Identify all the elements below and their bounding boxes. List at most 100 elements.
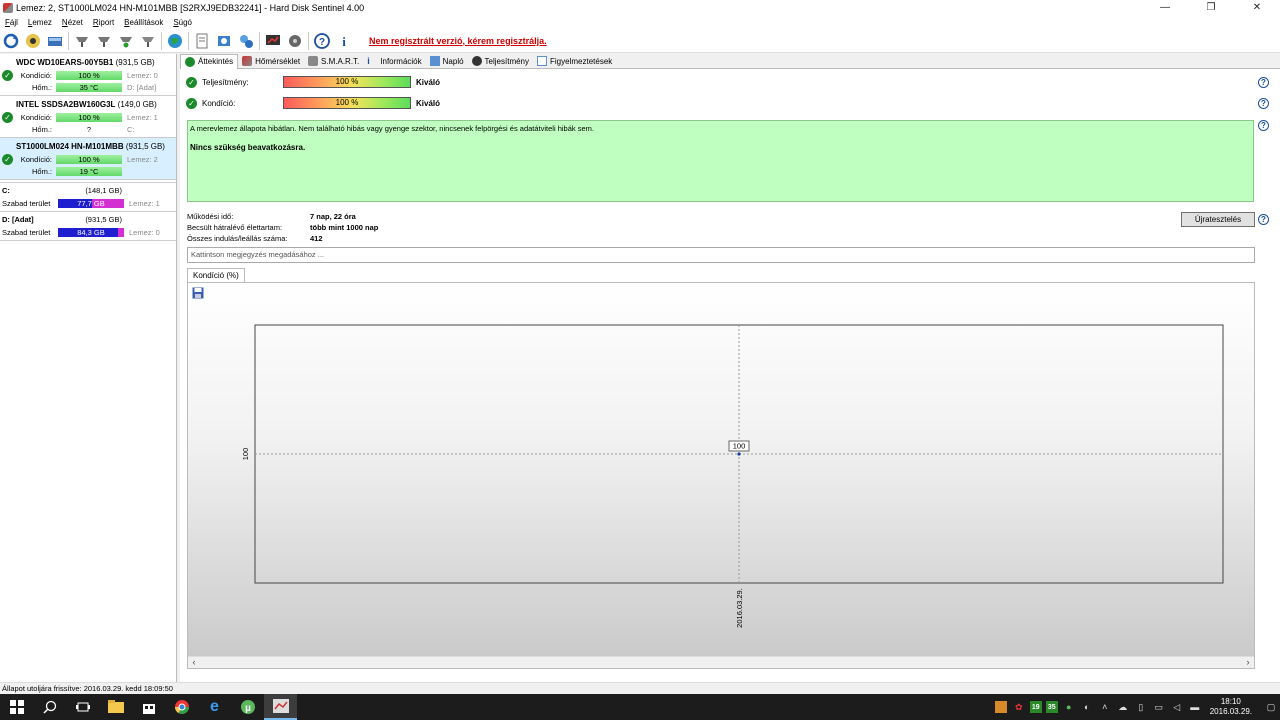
sync-icon[interactable] xyxy=(215,32,233,50)
menu-settings[interactable]: Beállítások xyxy=(119,18,168,27)
help-icon[interactable]: ? xyxy=(1258,120,1269,131)
monitor-icon[interactable] xyxy=(264,32,282,50)
help-icon[interactable]: ? xyxy=(1258,77,1269,88)
tab-alerts[interactable]: Figyelmeztetések xyxy=(533,54,616,69)
volume-name: D: [Adat] xyxy=(2,215,34,224)
menu-view[interactable]: Nézet xyxy=(57,18,88,27)
tray-usb-icon[interactable]: ▯ xyxy=(1135,701,1147,713)
hard-disk-icon[interactable] xyxy=(46,32,64,50)
search-icon[interactable] xyxy=(33,694,66,720)
disk-item-2[interactable]: ST1000LM024 HN-M101MBB (931,5 GB) ✓ Kondí… xyxy=(0,138,176,180)
disk-item-1[interactable]: INTEL SSDSA2BW160G3L (149,0 GB) ✓ Kondíci… xyxy=(0,96,176,138)
volume-disk: Lemez: 1 xyxy=(129,198,160,208)
volume-size: (148,1 GB) xyxy=(85,186,122,195)
edge-icon[interactable]: e xyxy=(198,694,231,720)
hdsentinel-taskbar-icon[interactable] xyxy=(264,694,297,720)
performance-rating: Kiváló xyxy=(416,77,441,87)
network-icon[interactable] xyxy=(237,32,255,50)
window-controls: — ❐ ✕ xyxy=(1142,0,1280,15)
tool3-icon[interactable] xyxy=(117,32,135,50)
tray-keyboard-icon[interactable]: ▬ xyxy=(1189,701,1201,713)
tray-network-icon[interactable]: ▭ xyxy=(1153,701,1165,713)
utorrent-icon[interactable]: µ xyxy=(231,694,264,720)
help-icon[interactable]: ? xyxy=(313,32,331,50)
settings-disk-icon[interactable] xyxy=(286,32,304,50)
windows-start-icon[interactable] xyxy=(0,694,33,720)
register-link[interactable]: Nem regisztrált verzió, kérem regisztrál… xyxy=(369,36,547,46)
tab-temperature[interactable]: Hőmérséklet xyxy=(238,54,304,69)
tray-cloud-icon[interactable]: ☁ xyxy=(1117,701,1129,713)
disk-item-0[interactable]: WDC WD10EARS-00Y5B1 (931,5 GB) ✓ Kondíció… xyxy=(0,54,176,96)
clock[interactable]: 18:10 2016.03.29. xyxy=(1210,697,1252,717)
condition-bar: 100 % xyxy=(56,112,122,122)
tray-app-icon[interactable]: ✿ xyxy=(1013,701,1025,713)
task-view-icon[interactable] xyxy=(66,694,99,720)
retest-button[interactable]: Újratesztelés xyxy=(1181,212,1255,227)
tab-overview[interactable]: Áttekintés xyxy=(180,53,239,69)
maximize-button[interactable]: ❐ xyxy=(1188,0,1234,15)
ok-check-icon: ✓ xyxy=(186,97,197,109)
tray-temperature-2[interactable]: 35 xyxy=(1045,701,1058,713)
tool2-icon[interactable] xyxy=(95,32,113,50)
temperature-label: Hőm.: xyxy=(31,82,52,92)
svg-text:i: i xyxy=(342,34,346,49)
close-button[interactable]: ✕ xyxy=(1234,0,1280,15)
menu-bar: Fájl Lemez Nézet Riport Beállítások Súgó xyxy=(0,15,1280,29)
free-space-value: 84,3 GB xyxy=(77,227,105,237)
tab-label: Figyelmeztetések xyxy=(550,56,613,66)
volume-item-1[interactable]: D: [Adat] (931,5 GB) Szabad terület 84,3 G… xyxy=(0,212,176,241)
tab-label: Hőmérséklet xyxy=(255,56,301,66)
volume-item-0[interactable]: C: (148,1 GB) Szabad terület 77,7 GB Lemez:… xyxy=(0,183,176,212)
y-tick-label: 100 xyxy=(241,448,250,461)
tray-shield-icon[interactable]: ◐ xyxy=(1081,701,1093,713)
help-icon[interactable]: ? xyxy=(1258,214,1269,225)
chart-tab-condition[interactable]: Kondíció (%) xyxy=(187,268,245,283)
tab-information[interactable]: i Információk xyxy=(363,54,425,69)
disk-index: Lemez: 1 xyxy=(127,112,158,122)
tray-chevron-up-icon[interactable]: ˄ xyxy=(1099,701,1111,713)
tray-hdd-icon[interactable] xyxy=(994,701,1007,713)
tool1-icon[interactable] xyxy=(73,32,91,50)
tab-label: Teljesítmény xyxy=(484,56,530,66)
menu-report[interactable]: Riport xyxy=(88,18,119,27)
ok-check-icon: ✓ xyxy=(186,76,197,88)
menu-help[interactable]: Súgó xyxy=(168,18,197,27)
info-icon[interactable]: i xyxy=(335,32,353,50)
tab-bar: Áttekintés Hőmérséklet S.M.A.R.T. i Infor… xyxy=(180,53,1280,69)
status-action: Nincs szükség beavatkozásra. xyxy=(190,143,306,152)
thermometer-icon xyxy=(242,56,253,66)
horizontal-scrollbar[interactable]: ‹ › xyxy=(188,656,1254,668)
chrome-icon[interactable] xyxy=(165,694,198,720)
menu-disk[interactable]: Lemez xyxy=(23,18,57,27)
tool4-icon[interactable] xyxy=(139,32,157,50)
condition-chart: 100 100 2016.03.29. xyxy=(241,324,1224,628)
help-icon[interactable]: ? xyxy=(1258,98,1269,109)
menu-file[interactable]: Fájl xyxy=(0,18,23,27)
file-explorer-icon[interactable] xyxy=(99,694,132,720)
globe-icon[interactable] xyxy=(166,32,184,50)
store-icon[interactable] xyxy=(132,694,165,720)
tab-log[interactable]: Napló xyxy=(426,54,468,69)
tab-performance[interactable]: Teljesítmény xyxy=(468,54,533,69)
scroll-left-icon[interactable]: ‹ xyxy=(188,657,200,668)
tray-sync-icon[interactable]: ● xyxy=(1063,701,1075,713)
scroll-right-icon[interactable]: › xyxy=(1242,657,1254,668)
report-icon[interactable] xyxy=(193,32,211,50)
note-input[interactable]: Kattintson megjegyzés megadásához ... xyxy=(187,247,1255,263)
refresh-icon[interactable] xyxy=(2,32,20,50)
free-space-value: 77,7 GB xyxy=(77,198,105,208)
minimize-button[interactable]: — xyxy=(1142,0,1188,15)
toolbar: ? i Nem regisztrált verzió, kérem regisz… xyxy=(0,29,1280,53)
condition-label: Kondíció: xyxy=(20,154,52,164)
disk-warning-icon[interactable] xyxy=(24,32,42,50)
tray-volume-icon[interactable]: ◁ xyxy=(1171,701,1183,713)
tray-temperature-1[interactable]: 19 xyxy=(1029,701,1042,713)
ok-check-icon: ✓ xyxy=(2,153,13,165)
condition-label: Kondíció: xyxy=(20,70,52,80)
disk-size: (931,5 GB) xyxy=(115,58,155,67)
free-space-label: Szabad terület xyxy=(2,227,51,237)
tab-label: Áttekintés xyxy=(198,57,234,66)
condition-label: Kondíció: xyxy=(20,112,52,122)
notifications-icon[interactable]: ▢ xyxy=(1265,701,1277,713)
tab-smart[interactable]: S.M.A.R.T. xyxy=(304,54,363,69)
